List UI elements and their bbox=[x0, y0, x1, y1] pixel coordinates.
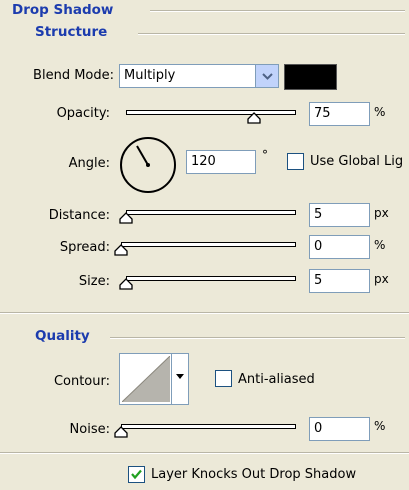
blend-mode-dropdown-button[interactable] bbox=[255, 65, 278, 87]
opacity-slider-track bbox=[126, 110, 296, 115]
noise-slider-track bbox=[121, 424, 296, 429]
size-slider-thumb[interactable] bbox=[119, 278, 133, 290]
contour-dropdown-button[interactable] bbox=[171, 354, 188, 404]
bottom-separator bbox=[0, 452, 409, 454]
checkmark-icon bbox=[131, 469, 142, 480]
noise-unit: % bbox=[374, 419, 386, 433]
distance-input[interactable]: 5 bbox=[309, 203, 370, 227]
contour-preview bbox=[122, 356, 170, 402]
quality-divider bbox=[110, 337, 405, 339]
section-title: Drop Shadow bbox=[12, 2, 114, 18]
size-unit: px bbox=[374, 272, 389, 286]
opacity-input[interactable]: 75 bbox=[309, 102, 370, 126]
opacity-unit: % bbox=[374, 105, 386, 119]
use-global-light-checkbox[interactable] bbox=[287, 153, 304, 170]
noise-slider-thumb[interactable] bbox=[114, 426, 128, 438]
group-separator bbox=[0, 312, 409, 314]
spread-slider-track bbox=[121, 242, 296, 247]
quality-title: Quality bbox=[35, 328, 90, 344]
structure-title: Structure bbox=[35, 24, 108, 40]
angle-input[interactable]: 120 bbox=[186, 150, 256, 174]
spread-slider[interactable] bbox=[114, 238, 299, 258]
angle-label: Angle: bbox=[68, 156, 110, 171]
distance-slider-track bbox=[126, 210, 296, 215]
layer-knocks-out-label: Layer Knocks Out Drop Shadow bbox=[151, 467, 357, 482]
distance-slider[interactable] bbox=[119, 206, 299, 226]
distance-slider-thumb[interactable] bbox=[119, 212, 133, 224]
shadow-color-swatch[interactable] bbox=[284, 64, 337, 90]
angle-dial[interactable] bbox=[118, 135, 178, 195]
spread-unit: % bbox=[374, 238, 386, 252]
blend-mode-label: Blend Mode: bbox=[33, 68, 114, 83]
noise-label: Noise: bbox=[69, 422, 110, 437]
anti-aliased-checkbox[interactable] bbox=[215, 370, 232, 387]
angle-unit: ° bbox=[262, 148, 268, 162]
size-slider[interactable] bbox=[119, 272, 299, 292]
anti-aliased-label: Anti-aliased bbox=[238, 372, 315, 387]
spread-input[interactable]: 0 bbox=[309, 235, 370, 259]
section-divider bbox=[150, 10, 405, 12]
opacity-slider[interactable] bbox=[121, 104, 299, 124]
distance-label: Distance: bbox=[48, 208, 110, 223]
chevron-down-icon bbox=[261, 72, 273, 80]
blend-mode-select[interactable]: Multiply bbox=[119, 64, 279, 88]
spread-slider-thumb[interactable] bbox=[114, 244, 128, 256]
structure-divider bbox=[138, 33, 405, 35]
layer-knocks-out-checkbox[interactable] bbox=[128, 466, 145, 483]
distance-unit: px bbox=[374, 206, 389, 220]
opacity-slider-thumb[interactable] bbox=[246, 112, 261, 124]
spread-label: Spread: bbox=[59, 240, 110, 255]
size-label: Size: bbox=[78, 274, 110, 289]
size-slider-track bbox=[126, 276, 296, 281]
blend-mode-value: Multiply bbox=[124, 68, 176, 83]
triangle-down-icon bbox=[176, 374, 184, 379]
size-input[interactable]: 5 bbox=[309, 269, 370, 293]
opacity-label: Opacity: bbox=[56, 106, 110, 121]
use-global-light-label: Use Global Lig bbox=[310, 154, 404, 169]
contour-picker[interactable] bbox=[119, 353, 189, 405]
noise-slider[interactable] bbox=[114, 420, 299, 440]
contour-label: Contour: bbox=[53, 374, 110, 389]
noise-input[interactable]: 0 bbox=[309, 417, 370, 441]
